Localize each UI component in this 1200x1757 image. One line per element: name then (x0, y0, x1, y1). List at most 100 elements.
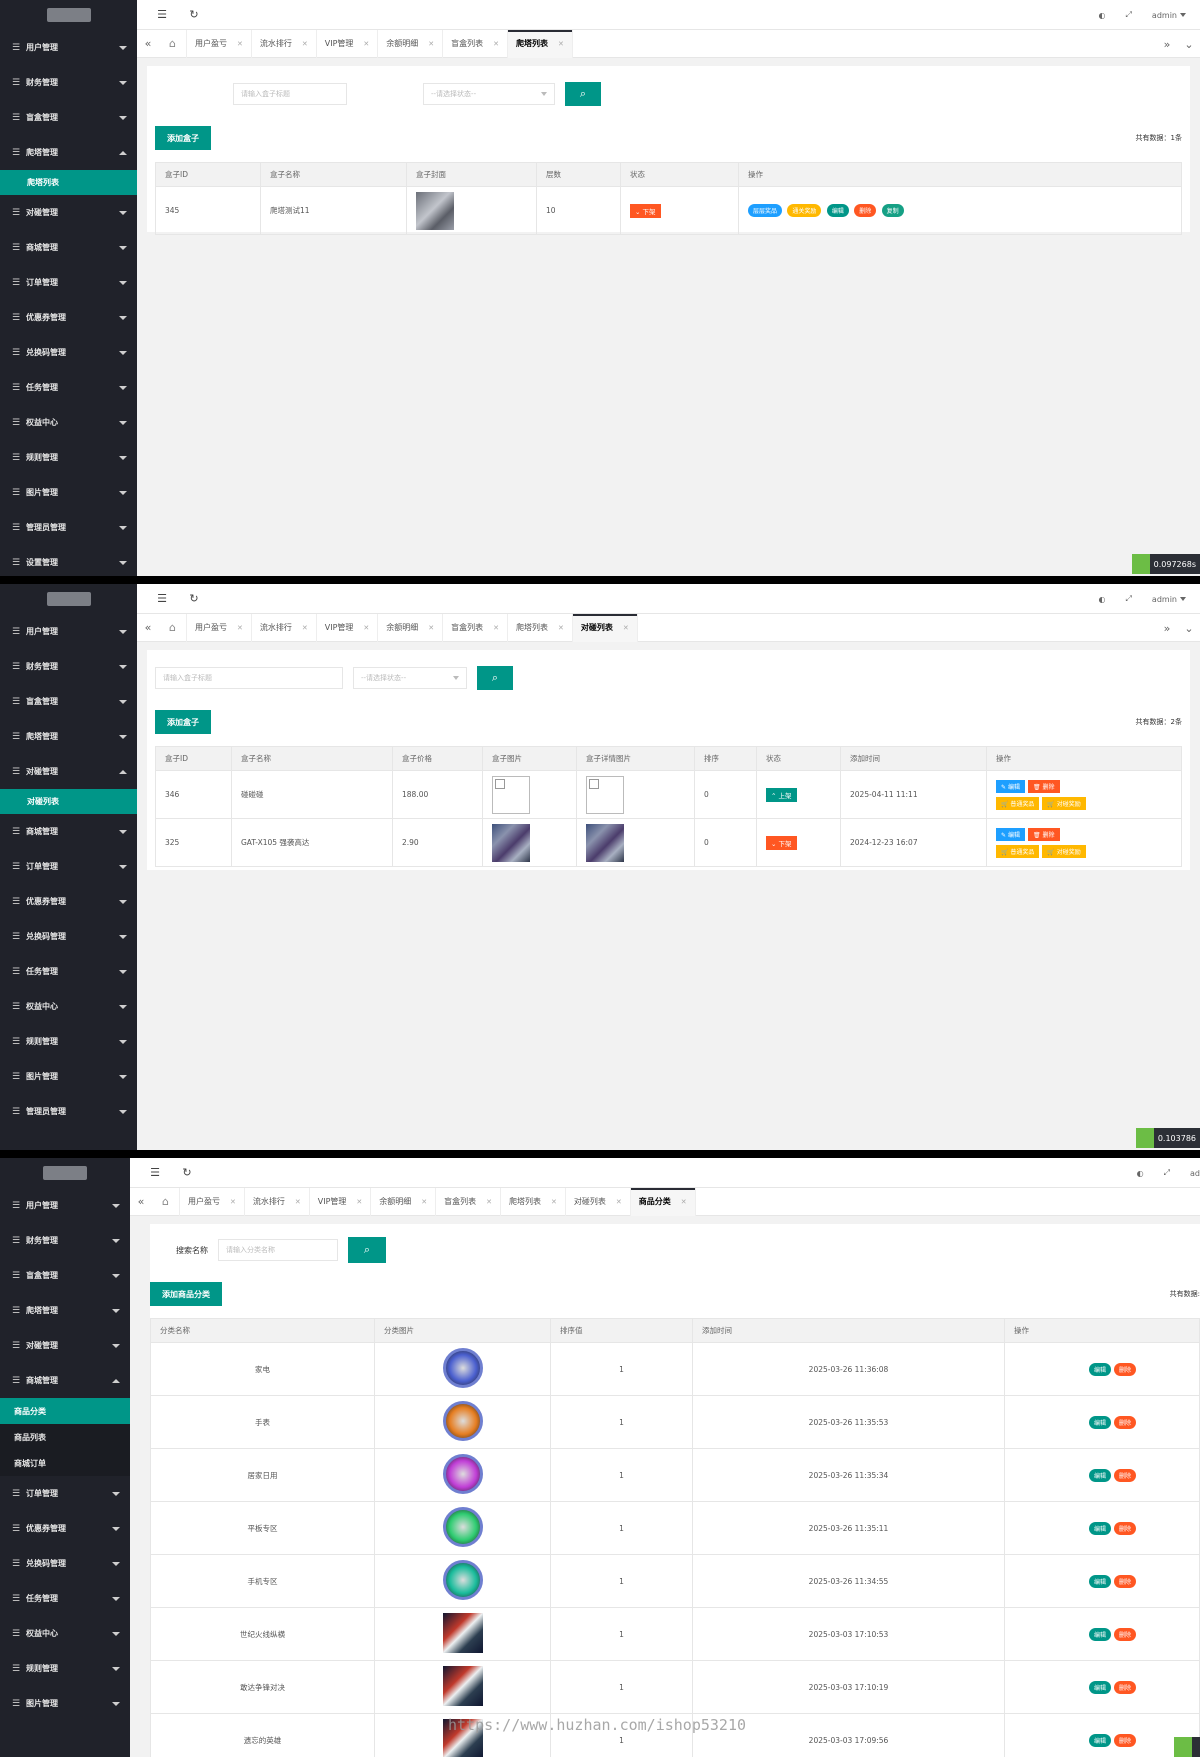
status-badge[interactable]: ⌄ 下架 (630, 203, 661, 218)
search-button[interactable]: ⌕ (477, 666, 513, 690)
search-input[interactable]: 请输入盒子标题 (233, 83, 347, 105)
close-icon[interactable]: ✕ (616, 1198, 622, 1206)
sidebar-item[interactable]: ☰ 盲盒管理 (0, 684, 137, 719)
close-icon[interactable]: ✕ (295, 1198, 301, 1206)
sidebar-item[interactable]: ☰ 用户管理 (0, 1188, 130, 1223)
refresh-icon[interactable]: ↻ (187, 8, 201, 21)
status-badge[interactable]: ⌃ 上架 (766, 787, 797, 802)
sidebar-item[interactable]: ☰ 财务管理 (0, 65, 137, 100)
close-icon[interactable]: ✕ (421, 1198, 427, 1206)
close-icon[interactable]: ✕ (558, 624, 564, 632)
collision-reward-button[interactable]: 🛒 对碰奖励 (1042, 844, 1086, 858)
delete-button[interactable]: 🗑 删除 (1027, 827, 1060, 841)
tab[interactable]: 用户盈亏 ✕ (187, 613, 252, 642)
close-icon[interactable]: ✕ (558, 40, 564, 48)
tab[interactable]: 用户盈亏 ✕ (187, 29, 252, 58)
sidebar-item[interactable]: ☰ 图片管理 (0, 475, 137, 510)
delete-button[interactable]: 删除 (1113, 1733, 1136, 1747)
close-icon[interactable]: ✕ (623, 624, 629, 632)
sidebar-item[interactable]: ☰ 任务管理 (0, 370, 137, 405)
sidebar-item[interactable]: ☰ 任务管理 (0, 1581, 130, 1616)
close-icon[interactable]: ✕ (681, 1198, 687, 1206)
sidebar-item[interactable]: ☰ 图片管理 (0, 1059, 137, 1094)
tab[interactable]: 爬塔列表 ✕ (508, 613, 573, 642)
sidebar-subitem[interactable]: 商品分类 (0, 1398, 130, 1424)
delete-button[interactable]: 删除 (854, 204, 877, 217)
tab[interactable]: 对碰列表 ✕ (566, 1187, 631, 1216)
tab-scroll-left-icon[interactable]: « (137, 37, 159, 50)
tab[interactable]: 用户盈亏 ✕ (180, 1187, 245, 1216)
status-badge[interactable]: ⌄ 下架 (766, 835, 797, 850)
delete-button[interactable]: 删除 (1113, 1574, 1136, 1588)
delete-button[interactable]: 🗑 删除 (1027, 779, 1060, 793)
tab[interactable]: 盲盒列表 ✕ (443, 613, 509, 642)
search-input[interactable]: 请输入盒子标题 (155, 667, 343, 689)
tab[interactable]: VIP管理 ✕ (317, 613, 379, 642)
sidebar-item[interactable]: ☰ 盲盒管理 (0, 1258, 130, 1293)
tab[interactable]: VIP管理 ✕ (317, 29, 379, 58)
delete-button[interactable]: 删除 (1113, 1680, 1136, 1694)
sidebar-item[interactable]: ☰ 商城管理 (0, 1363, 130, 1398)
sidebar-item[interactable]: ☰ 用户管理 (0, 30, 137, 65)
sidebar-item[interactable]: ☰ 权益中心 (0, 989, 137, 1024)
normal-prize-button[interactable]: 🛒 普通奖品 (996, 796, 1040, 810)
tab-dropdown-icon[interactable]: ⌄ (1178, 38, 1200, 51)
sidebar-item[interactable]: ☰ 爬塔管理 (0, 135, 137, 170)
tab[interactable]: 爬塔列表 ✕ (508, 29, 573, 58)
close-icon[interactable]: ✕ (363, 624, 369, 632)
add-box-button[interactable]: 添加盒子 (155, 710, 211, 734)
sidebar-subitem[interactable]: 爬塔列表 (0, 170, 137, 195)
close-icon[interactable]: ✕ (493, 40, 499, 48)
sidebar-item[interactable]: ☰ 爬塔管理 (0, 719, 137, 754)
sidebar-item[interactable]: ☰ 管理员管理 (0, 510, 137, 545)
delete-button[interactable]: 删除 (1113, 1468, 1136, 1482)
home-icon[interactable]: ⌂ (159, 29, 187, 58)
close-icon[interactable]: ✕ (356, 1198, 362, 1206)
sidebar-subitem[interactable]: 商品列表 (0, 1424, 130, 1450)
sidebar-item[interactable]: ☰ 用户管理 (0, 614, 137, 649)
sidebar-item[interactable]: ☰ 盲盒管理 (0, 100, 137, 135)
tab[interactable]: 爬塔列表 ✕ (501, 1187, 566, 1216)
sidebar-item[interactable]: ☰ 对碰管理 (0, 754, 137, 789)
sidebar-item[interactable]: ☰ 管理员管理 (0, 1094, 137, 1129)
search-input[interactable]: 请输入分类名称 (218, 1239, 338, 1261)
tab[interactable]: 盲盒列表 ✕ (436, 1187, 502, 1216)
fullscreen-icon[interactable]: ⤢ (1126, 10, 1132, 20)
tab[interactable]: 对碰列表 ✕ (572, 613, 638, 642)
sidebar-item[interactable]: ☰ 规则管理 (0, 1651, 130, 1686)
edit-button[interactable]: 编辑 (1088, 1733, 1111, 1747)
edit-button[interactable]: ✎ 编辑 (996, 827, 1025, 841)
delete-button[interactable]: 删除 (1113, 1362, 1136, 1376)
add-category-button[interactable]: 添加商品分类 (150, 1282, 222, 1306)
user-menu[interactable]: admin (1152, 11, 1186, 20)
edit-button[interactable]: ✎ 编辑 (996, 779, 1025, 793)
status-select[interactable]: --请选择状态-- (353, 667, 467, 689)
home-icon[interactable]: ⌂ (152, 1187, 180, 1216)
sidebar-item[interactable]: ☰ 对碰管理 (0, 195, 137, 230)
tab[interactable]: 流水排行 ✕ (245, 1187, 310, 1216)
sidebar-item[interactable]: ☰ 财务管理 (0, 649, 137, 684)
theme-icon[interactable]: ◐ (1137, 1169, 1144, 1178)
fullscreen-icon[interactable]: ⤢ (1126, 594, 1132, 604)
menu-toggle-icon[interactable]: ☰ (148, 1166, 162, 1179)
edit-button[interactable]: 编辑 (1088, 1680, 1111, 1694)
refresh-icon[interactable]: ↻ (187, 592, 201, 605)
clear-reward-button[interactable]: 通关奖励 (787, 204, 822, 217)
add-box-button[interactable]: 添加盒子 (155, 126, 211, 150)
layer-prize-button[interactable]: 层层奖品 (748, 204, 783, 217)
sidebar-item[interactable]: ☰ 优惠券管理 (0, 300, 137, 335)
edit-button[interactable]: 编辑 (1088, 1362, 1111, 1376)
theme-icon[interactable]: ◐ (1099, 11, 1106, 20)
close-icon[interactable]: ✕ (302, 40, 308, 48)
theme-icon[interactable]: ◐ (1099, 595, 1106, 604)
delete-button[interactable]: 删除 (1113, 1521, 1136, 1535)
sidebar-item[interactable]: ☰ 规则管理 (0, 1024, 137, 1059)
sidebar-subitem[interactable]: 对碰列表 (0, 789, 137, 814)
sidebar-item[interactable]: ☰ 兑换码管理 (0, 1546, 130, 1581)
close-icon[interactable]: ✕ (363, 40, 369, 48)
sidebar-item[interactable]: ☰ 设置管理 (0, 545, 137, 576)
normal-prize-button[interactable]: 🛒 普通奖品 (996, 844, 1040, 858)
sidebar-item[interactable]: ☰ 权益中心 (0, 405, 137, 440)
sidebar-item[interactable]: ☰ 商城管理 (0, 814, 137, 849)
tab[interactable]: 盲盒列表 ✕ (443, 29, 509, 58)
